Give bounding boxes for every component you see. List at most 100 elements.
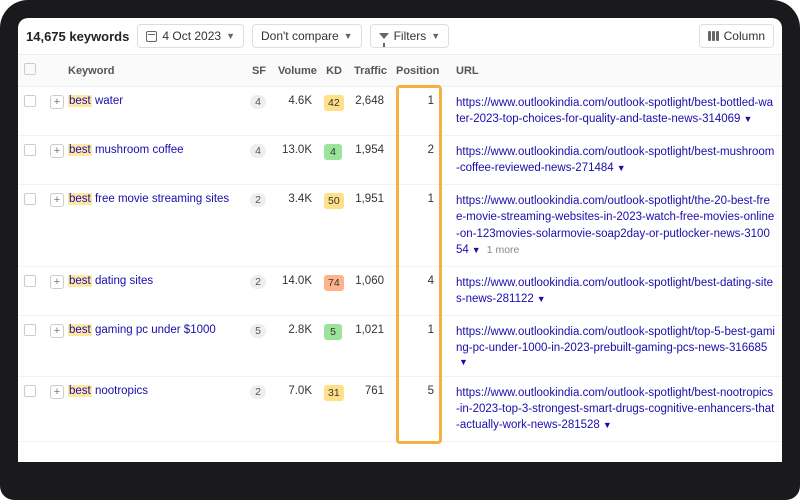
col-kd[interactable]: KD <box>318 55 348 87</box>
col-traffic[interactable]: Traffic <box>348 55 390 87</box>
filter-icon <box>379 33 389 39</box>
toolbar: 14,675 keywords 4 Oct 2023 ▼ Don't compa… <box>18 18 782 55</box>
chevron-down-icon: ▼ <box>431 31 440 41</box>
sf-badge: 4 <box>250 144 266 158</box>
row-checkbox[interactable] <box>24 275 36 287</box>
url-link[interactable]: https://www.outlookindia.com/outlook-spo… <box>456 387 774 431</box>
kd-badge: 31 <box>324 385 344 401</box>
keywords-table: Keyword SF Volume KD Traffic Position UR… <box>18 55 782 442</box>
keyword-link[interactable]: best nootropics <box>68 385 148 397</box>
table-row: + best water 4 4.6K 422,6481 https://www.outl… <box>18 87 782 136</box>
row-checkbox[interactable] <box>24 324 36 336</box>
sf-badge: 2 <box>250 275 266 289</box>
url-dropdown-icon[interactable]: ▼ <box>603 420 612 430</box>
table-wrapper: Keyword SF Volume KD Traffic Position UR… <box>18 55 782 442</box>
columns-icon <box>708 31 719 41</box>
calendar-icon <box>146 31 157 42</box>
position-cell: 5 <box>390 377 440 442</box>
position-cell: 4 <box>390 266 440 315</box>
table-header-row: Keyword SF Volume KD Traffic Position UR… <box>18 55 782 87</box>
sf-badge: 2 <box>250 385 266 399</box>
expand-button[interactable]: + <box>50 144 64 158</box>
row-checkbox[interactable] <box>24 193 36 205</box>
expand-button[interactable]: + <box>50 275 64 289</box>
url-link[interactable]: https://www.outlookindia.com/outlook-spo… <box>456 326 775 354</box>
table-row: +best free movie streaming sites23.4K501… <box>18 185 782 266</box>
sf-badge: 2 <box>250 193 266 207</box>
col-volume[interactable]: Volume <box>272 55 318 87</box>
select-all-checkbox[interactable] <box>24 63 36 75</box>
traffic-cell: 1,021 <box>348 315 390 376</box>
col-position[interactable]: Position <box>390 55 440 87</box>
url-link[interactable]: https://www.outlookindia.com/outlook-spo… <box>456 146 774 174</box>
position-cell: 1 <box>390 87 440 136</box>
col-keyword[interactable]: Keyword <box>62 55 242 87</box>
kd-badge: 42 <box>324 95 344 111</box>
keyword-link[interactable]: best mushroom coffee <box>68 144 184 156</box>
more-urls-label[interactable]: 1 more <box>487 244 520 256</box>
keyword-highlight: best <box>68 385 92 397</box>
expand-button[interactable]: + <box>50 193 64 207</box>
filters-button[interactable]: Filters ▼ <box>370 24 450 48</box>
row-checkbox[interactable] <box>24 95 36 107</box>
position-cell: 1 <box>390 315 440 376</box>
date-picker-button[interactable]: 4 Oct 2023 ▼ <box>137 24 244 48</box>
keyword-text: water <box>92 95 123 107</box>
url-link[interactable]: https://www.outlookindia.com/outlook-spo… <box>456 277 773 305</box>
keyword-text: dating sites <box>92 275 153 287</box>
chevron-down-icon: ▼ <box>226 31 235 41</box>
keyword-text: mushroom coffee <box>92 144 184 156</box>
keyword-highlight: best <box>68 193 92 205</box>
traffic-cell: 2,648 <box>348 87 390 136</box>
row-checkbox[interactable] <box>24 385 36 397</box>
table-row: +best dating sites214.0K741,0604https://… <box>18 266 782 315</box>
keyword-highlight: best <box>68 324 92 336</box>
filters-label: Filters <box>394 29 427 43</box>
url-dropdown-icon[interactable]: ▼ <box>459 357 468 367</box>
volume-cell: 14.0K <box>272 266 318 315</box>
keyword-text: gaming pc under $1000 <box>92 324 216 336</box>
url-dropdown-icon[interactable]: ▼ <box>743 114 752 124</box>
traffic-cell: 1,951 <box>348 185 390 266</box>
sf-badge: 4 <box>250 95 266 109</box>
keyword-text: nootropics <box>92 385 148 397</box>
keyword-link[interactable]: best gaming pc under $1000 <box>68 324 216 336</box>
col-sf[interactable]: SF <box>242 55 272 87</box>
chevron-down-icon: ▼ <box>344 31 353 41</box>
url-dropdown-icon[interactable]: ▼ <box>472 245 481 255</box>
date-label: 4 Oct 2023 <box>162 29 221 43</box>
columns-button[interactable]: Column <box>699 24 774 48</box>
volume-cell: 2.8K <box>272 315 318 376</box>
volume-cell: 4.6K <box>272 87 318 136</box>
keyword-highlight: best <box>68 95 92 107</box>
table-row: +best gaming pc under $100052.8K51,0211h… <box>18 315 782 376</box>
url-link[interactable]: https://www.outlookindia.com/outlook-spo… <box>456 97 773 125</box>
keyword-link[interactable]: best dating sites <box>68 275 153 287</box>
keyword-link[interactable]: best free movie streaming sites <box>68 193 229 205</box>
expand-button[interactable]: + <box>50 324 64 338</box>
keyword-highlight: best <box>68 144 92 156</box>
traffic-cell: 761 <box>348 377 390 442</box>
traffic-cell: 1,954 <box>348 136 390 185</box>
position-cell: 1 <box>390 185 440 266</box>
expand-button[interactable]: + <box>50 385 64 399</box>
keyword-highlight: best <box>68 275 92 287</box>
volume-cell: 3.4K <box>272 185 318 266</box>
columns-label: Column <box>724 29 765 43</box>
compare-label: Don't compare <box>261 29 339 43</box>
screen: 14,675 keywords 4 Oct 2023 ▼ Don't compa… <box>18 18 782 462</box>
compare-button[interactable]: Don't compare ▼ <box>252 24 362 48</box>
position-cell: 2 <box>390 136 440 185</box>
col-url[interactable]: URL <box>450 55 782 87</box>
kd-badge: 74 <box>324 275 344 291</box>
keyword-text: free movie streaming sites <box>92 193 229 205</box>
expand-button[interactable]: + <box>50 95 64 109</box>
row-checkbox[interactable] <box>24 144 36 156</box>
keyword-link[interactable]: best water <box>68 95 123 107</box>
url-dropdown-icon[interactable]: ▼ <box>537 294 546 304</box>
kd-badge: 5 <box>324 324 342 340</box>
volume-cell: 13.0K <box>272 136 318 185</box>
keyword-count: 14,675 keywords <box>26 29 129 44</box>
kd-badge: 4 <box>324 144 342 160</box>
url-dropdown-icon[interactable]: ▼ <box>617 163 626 173</box>
